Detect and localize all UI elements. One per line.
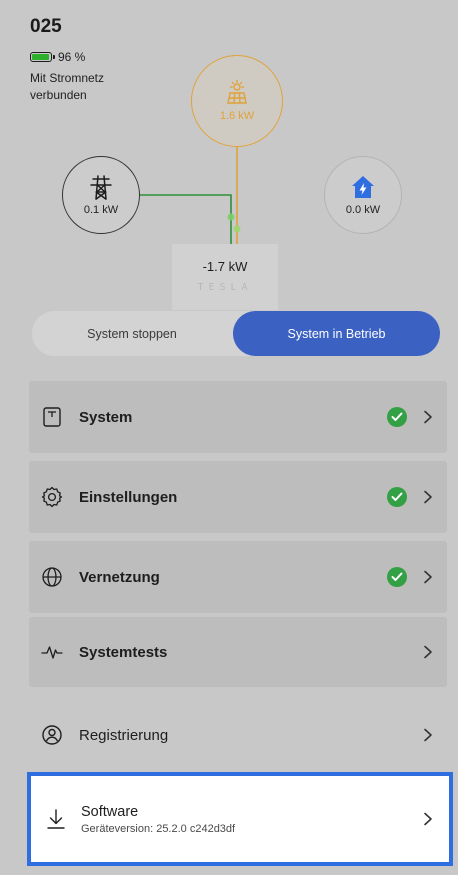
- status-ok-icon: [387, 567, 407, 587]
- menu-item-label: Einstellungen: [79, 488, 178, 506]
- device-icon: [41, 406, 63, 428]
- home-node[interactable]: 0.0 kW: [324, 156, 402, 234]
- powerwall-status-screen: 025 96 % Mit Stromnetz verbunden 1.6 kW …: [0, 0, 458, 875]
- grid-flow-dot: [227, 213, 235, 221]
- solar-power-value: 1.6 kW: [219, 110, 255, 122]
- battery-icon: [30, 52, 55, 62]
- menu-item-label: Registrierung: [79, 726, 169, 744]
- gear-icon: [41, 486, 63, 508]
- menu-item-system-tests[interactable]: Systemtests: [29, 617, 447, 687]
- solar-node[interactable]: 1.6 kW: [191, 55, 283, 147]
- user-icon: [41, 724, 63, 746]
- chevron-right-icon: [424, 490, 432, 504]
- chevron-right-icon: [424, 728, 432, 742]
- solar-panel-icon: [227, 80, 247, 104]
- power-tower-icon: [90, 175, 112, 200]
- menu-item-registration[interactable]: Registrierung: [29, 700, 447, 770]
- chevron-right-icon: [424, 570, 432, 584]
- site-name: 025: [30, 16, 62, 37]
- menu-item-networking[interactable]: Vernetzung: [29, 541, 447, 613]
- menu-item-system[interactable]: System: [29, 381, 447, 453]
- chevron-right-icon: [424, 812, 432, 826]
- grid-power-value: 0.1 kW: [83, 204, 119, 216]
- gateway-card[interactable]: -1.7 kW TESLA: [172, 244, 278, 310]
- software-text: Software Geräteversion: 25.2.0 c242d3df: [81, 804, 423, 835]
- gateway-power-value: -1.7 kW: [202, 259, 248, 274]
- status-ok-icon: [387, 407, 407, 427]
- home-power-value: 0.0 kW: [345, 204, 381, 216]
- home-icon: [352, 176, 374, 198]
- menu-item-settings[interactable]: Einstellungen: [29, 461, 447, 533]
- gateway-brand-logo: TESLA: [197, 282, 253, 293]
- grid-node[interactable]: 0.1 kW: [62, 156, 140, 234]
- system-toggle: System stoppen System in Betrieb: [32, 311, 440, 356]
- menu-item-software[interactable]: Software Geräteversion: 25.2.0 c242d3df: [27, 772, 453, 866]
- chevron-right-icon: [424, 645, 432, 659]
- menu-item-label: Systemtests: [79, 643, 168, 661]
- system-run-button[interactable]: System in Betrieb: [233, 311, 440, 356]
- chevron-right-icon: [424, 410, 432, 424]
- status-ok-icon: [387, 487, 407, 507]
- pulse-icon: [41, 641, 63, 663]
- globe-icon: [41, 566, 63, 588]
- software-version: Geräteversion: 25.2.0 c242d3df: [81, 822, 236, 835]
- software-title: Software: [81, 803, 139, 820]
- menu-item-label: Vernetzung: [79, 568, 160, 586]
- solar-flow-dot: [233, 225, 241, 233]
- grid-flow-line: [140, 194, 232, 244]
- battery-percent: 96 %: [58, 50, 86, 64]
- download-icon: [45, 808, 67, 830]
- grid-status-text: Mit Stromnetz verbunden: [30, 71, 105, 102]
- battery-status: 96 %: [30, 50, 85, 64]
- system-stop-button[interactable]: System stoppen: [32, 311, 232, 356]
- battery-fill: [32, 54, 50, 60]
- menu-item-label: System: [79, 408, 133, 426]
